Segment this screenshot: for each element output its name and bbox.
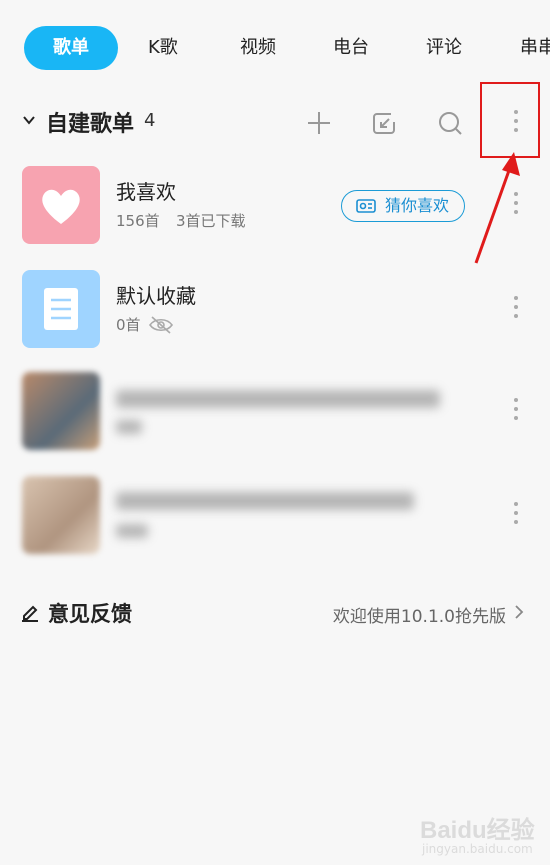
playlist-song-count: 0首 — [116, 316, 141, 334]
self-created-playlists-header: 自建歌单 4 — [20, 100, 540, 144]
import-icon[interactable] — [369, 108, 399, 138]
heart-icon — [42, 189, 80, 224]
playlist-thumbnail — [22, 166, 100, 244]
pencil-icon — [22, 605, 38, 622]
blurred-title — [116, 492, 414, 510]
highlight-box — [480, 82, 540, 158]
playlist-title: 我喜欢 — [116, 180, 176, 204]
tab-video[interactable]: 视频 — [240, 26, 276, 70]
tab-comments[interactable]: 评论 — [426, 26, 462, 70]
tab-bar: 歌单 K歌 视频 电台 评论 串串 — [0, 26, 550, 70]
playlist-more-icon[interactable] — [506, 398, 526, 426]
chevron-right-icon — [515, 605, 524, 619]
playlist-row-default[interactable]: 默认收藏 0首 — [0, 270, 550, 350]
playlist-more-icon[interactable] — [506, 192, 526, 220]
playlist-more-icon[interactable] — [506, 296, 526, 324]
blurred-title — [116, 390, 440, 408]
playlist-title: 默认收藏 — [116, 284, 196, 308]
search-icon[interactable] — [435, 108, 465, 138]
playlist-song-count: 156首 — [116, 212, 160, 230]
blurred-meta — [116, 420, 142, 434]
tab-playlist[interactable]: 歌单 — [24, 26, 118, 70]
playlist-thumbnail — [22, 270, 100, 348]
baidu-watermark: Baidu经验 jingyan.baidu.com — [420, 808, 540, 858]
playlist-row-favorites[interactable]: 我喜欢 156首 3首已下载 猜你喜欢 — [0, 166, 550, 246]
tab-radio[interactable]: 电台 — [333, 26, 369, 70]
chevron-down-icon[interactable] — [22, 113, 36, 127]
tab-more[interactable]: 串串 — [520, 26, 550, 70]
hidden-eye-icon — [149, 316, 173, 334]
playlist-downloaded-count: 3首已下载 — [176, 212, 246, 230]
blurred-meta — [116, 524, 148, 538]
watermark-brand: Baidu经验 — [420, 817, 535, 844]
feedback-row[interactable]: 意见反馈 欢迎使用10.1.0抢先版 — [20, 592, 540, 632]
guess-you-like-label: 猜你喜欢 — [385, 196, 450, 215]
playlist-thumbnail — [22, 476, 100, 554]
playlist-row-blurred[interactable] — [0, 372, 550, 452]
add-icon[interactable] — [304, 108, 334, 138]
section-count: 4 — [144, 110, 156, 131]
guess-you-like-button[interactable]: 猜你喜欢 — [341, 190, 465, 222]
playlist-row-blurred[interactable] — [0, 476, 550, 556]
feedback-title: 意见反馈 — [48, 602, 132, 626]
radio-icon — [356, 199, 376, 213]
playlist-thumbnail — [22, 372, 100, 450]
playlist-more-icon[interactable] — [506, 502, 526, 530]
tab-karaoke[interactable]: K歌 — [148, 26, 178, 70]
watermark-url: jingyan.baidu.com — [422, 842, 533, 856]
feedback-version-text: 欢迎使用10.1.0抢先版 — [332, 607, 506, 627]
document-icon — [44, 288, 78, 330]
section-title: 自建歌单 — [46, 112, 135, 137]
